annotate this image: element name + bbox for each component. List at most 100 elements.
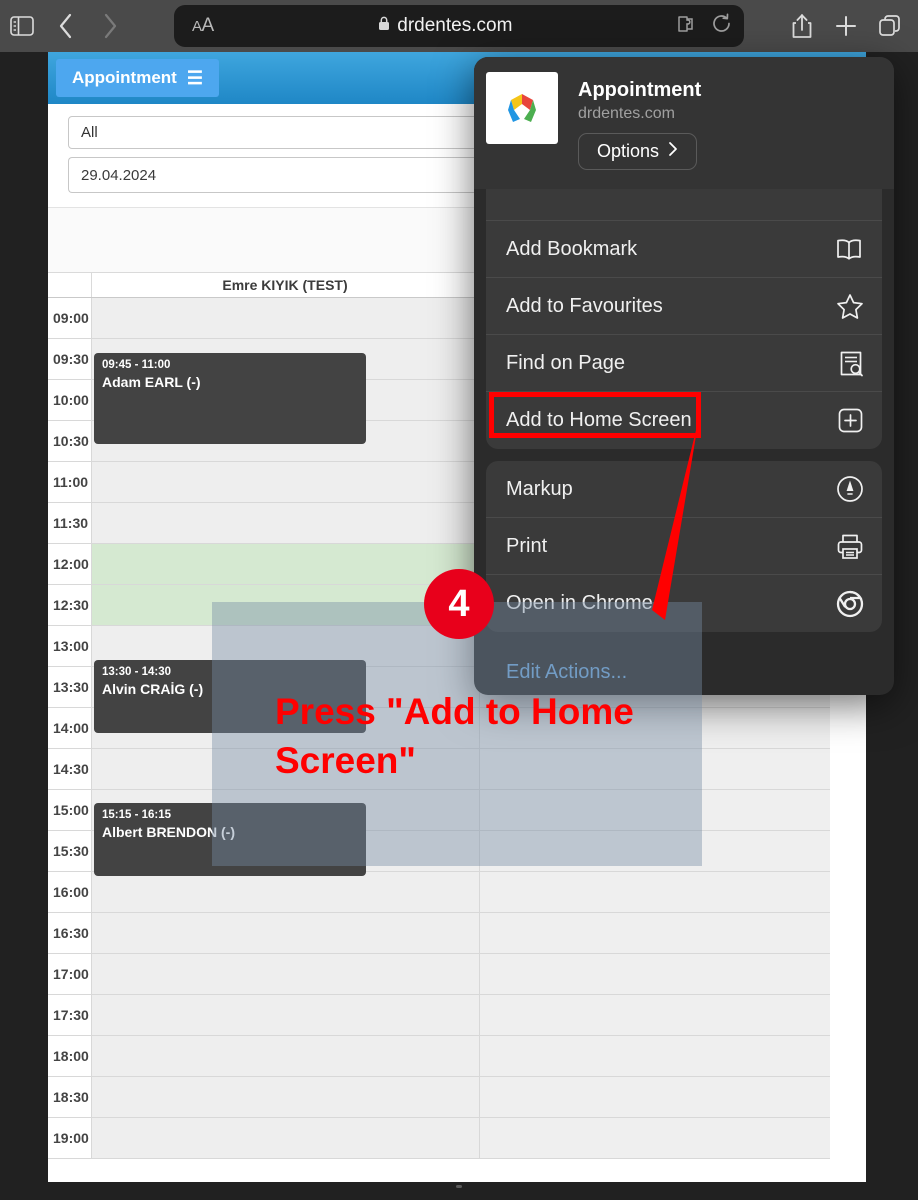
step-number-badge: 4 [424, 569, 494, 639]
plus-icon[interactable] [824, 4, 868, 48]
options-button[interactable]: Options [578, 133, 698, 170]
calendar-cell[interactable] [479, 1036, 866, 1076]
menu-item-print[interactable]: Print [486, 518, 882, 575]
calendar-row: 17:00 [48, 954, 866, 995]
share-sheet-title: Appointment [578, 79, 702, 101]
app-brand-button[interactable]: Appointment ☰ [56, 59, 219, 97]
time-label: 09:30 [48, 339, 92, 379]
time-label: 19:00 [48, 1118, 92, 1158]
calendar-cell[interactable] [479, 872, 866, 912]
share-sheet: Appointment drdentes.com Options Add to … [474, 57, 894, 695]
menu-item-add-to-home-screen[interactable]: Add to Home Screen [486, 392, 882, 449]
calendar-row: 16:00 [48, 872, 866, 913]
calendar-cell[interactable] [92, 503, 480, 543]
time-label: 14:00 [48, 708, 92, 748]
menu-item-label: Markup [506, 477, 573, 500]
text-size-button[interactable]: AA [192, 15, 214, 37]
calendar-cell[interactable] [92, 954, 480, 994]
calendar-cell[interactable] [92, 995, 480, 1035]
browser-toolbar: AA drdentes.com [0, 0, 918, 52]
time-label: 14:30 [48, 749, 92, 789]
printer-icon [836, 533, 864, 560]
reload-icon[interactable] [711, 13, 732, 39]
calendar-cell[interactable] [479, 954, 866, 994]
event-name: Adam EARL (-) [102, 374, 201, 391]
time-label: 16:30 [48, 913, 92, 953]
calendar-cell[interactable] [479, 1118, 866, 1158]
chevron-right-icon [668, 141, 678, 162]
menu-item-add-to-reading-list[interactable]: Add to Reading List [486, 189, 882, 221]
share-sheet-header: Appointment drdentes.com Options [474, 57, 894, 189]
time-label: 17:30 [48, 995, 92, 1035]
time-label: 10:00 [48, 380, 92, 420]
menu-item-label: Add to Favourites [506, 294, 663, 317]
calendar-cell[interactable] [92, 544, 480, 584]
time-label: 18:00 [48, 1036, 92, 1076]
calendar-cell[interactable] [92, 1118, 480, 1158]
time-label: 15:00 [48, 790, 92, 830]
glasses-icon [834, 189, 864, 193]
instruction-text: Press "Add to Home Screen" [275, 691, 634, 781]
bottom-bar [0, 1182, 918, 1200]
calendar-cell[interactable] [92, 1077, 480, 1117]
time-label: 17:00 [48, 954, 92, 994]
column-header-0: Emre KIYIK (TEST) [92, 273, 479, 297]
brand-label: Appointment [72, 68, 177, 87]
time-label: 09:00 [48, 298, 92, 338]
find-page-icon [838, 350, 864, 377]
calendar-row: 18:30 [48, 1077, 866, 1118]
event-time: 09:45 - 11:00 [102, 359, 171, 371]
home-indicator [456, 1185, 462, 1188]
menu-item-add-to-favourites[interactable]: Add to Favourites [486, 278, 882, 335]
puzzle-piece-icon[interactable] [677, 14, 699, 39]
lock-icon [378, 15, 390, 37]
tabs-icon[interactable] [868, 4, 912, 48]
menu-item-label: Add to Home Screen [506, 409, 692, 431]
calendar-cell[interactable] [92, 462, 480, 502]
calendar-cell[interactable] [92, 913, 480, 953]
address-bar[interactable]: AA drdentes.com [174, 5, 744, 47]
calendar-cell[interactable] [92, 298, 480, 338]
menu-item-find-on-page[interactable]: Find on Page [486, 335, 882, 392]
book-icon [834, 237, 864, 261]
star-icon [836, 293, 864, 320]
time-label: 11:30 [48, 503, 92, 543]
markup-pen-icon [836, 475, 864, 503]
url-text: drdentes.com [397, 15, 513, 36]
appointment-app-icon [486, 72, 558, 144]
event-0[interactable]: 09:45 - 11:00 Adam EARL (-) [94, 353, 366, 444]
time-label: 12:30 [48, 585, 92, 625]
calendar-cell[interactable] [479, 995, 866, 1035]
forward-chevron-icon [88, 4, 132, 48]
time-label: 18:30 [48, 1077, 92, 1117]
calendar-row: 19:00 [48, 1118, 866, 1159]
menu-item-label: Find on Page [506, 351, 625, 374]
calendar-cell[interactable] [479, 1077, 866, 1117]
time-label: 13:00 [48, 626, 92, 666]
hamburger-icon[interactable]: ☰ [187, 69, 203, 87]
share-icon[interactable] [780, 4, 824, 48]
calendar-cell[interactable] [92, 872, 480, 912]
time-label: 13:30 [48, 667, 92, 707]
menu-item-label: Add to Reading List [506, 189, 681, 190]
time-column-header [48, 273, 92, 297]
menu-item-add-bookmark[interactable]: Add Bookmark [486, 221, 882, 278]
menu-item-markup[interactable]: Markup [486, 461, 882, 518]
menu-item-label: Add Bookmark [506, 237, 638, 260]
calendar-cell[interactable] [479, 913, 866, 953]
date-value: 29.04.2024 [81, 166, 157, 184]
time-label: 12:00 [48, 544, 92, 584]
time-label: 10:30 [48, 421, 92, 461]
doctor-filter-value: All [81, 124, 98, 141]
time-label: 15:30 [48, 831, 92, 871]
share-group-1: Add to Reading List Add Bookmark Add to … [486, 189, 882, 449]
screen: AA drdentes.com Appointment ☰ All 29.04.… [0, 0, 918, 1200]
calendar-row: 18:00 [48, 1036, 866, 1077]
sidebar-toggle-icon[interactable] [0, 4, 44, 48]
time-label: 16:00 [48, 872, 92, 912]
url-display[interactable]: drdentes.com [214, 15, 677, 37]
share-sheet-subtitle: drdentes.com [578, 105, 675, 122]
calendar-cell[interactable] [92, 1036, 480, 1076]
chrome-icon [836, 590, 864, 618]
back-chevron-icon[interactable] [44, 4, 88, 48]
